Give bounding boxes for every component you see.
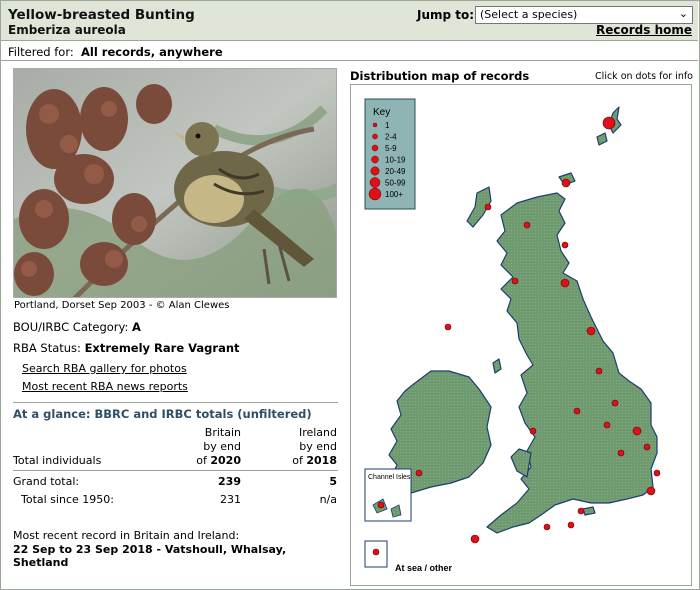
key-dot [369,177,381,188]
species-common-name: Yellow-breasted Bunting [8,7,195,23]
since-1950-britain: 231 [220,493,241,506]
chevron-down-icon: ⌄ [678,7,688,20]
key-dot [371,144,379,152]
map-hint: Click on dots for info [595,71,693,82]
distribution-map: Key 1 2-4 5-9 10-19 20-49 50-99 100+ Channel I… [350,84,692,586]
record-dot[interactable] [595,367,603,375]
divider [13,402,338,403]
record-dot[interactable] [561,178,571,188]
record-dot[interactable] [415,469,423,477]
rba-status-line: RBA Status: Extremely Rare Vagrant [13,341,240,355]
at-sea-panel: At sea / other [364,540,453,573]
rba-status-value: Extremely Rare Vagrant [84,341,240,355]
record-dot[interactable] [586,326,596,336]
key-title: Key [373,107,390,118]
ireland-header-of: of [292,454,303,467]
photo-caption: Portland, Dorset Sep 2003 - © Alan Clewe… [14,300,230,311]
grand-total-britain: 239 [218,475,241,488]
record-dot[interactable] [646,486,656,496]
britain-header-of: of [196,454,207,467]
map-title: Distribution map of records [350,69,530,83]
record-dot[interactable] [573,407,581,415]
records-home-link[interactable]: Records home [596,23,692,37]
ireland-header-year: 2018 [306,454,337,467]
divider [13,470,338,471]
record-dot[interactable] [560,278,570,288]
total-individuals-label: Total individuals [13,454,102,467]
news-link[interactable]: Most recent RBA news reports [22,380,188,393]
record-dot[interactable] [470,534,480,544]
channel-isles-inset: Channel Isles [364,468,412,522]
key-dot [372,133,378,140]
distribution-map-panel: Distribution map of records Click on dot… [343,64,695,586]
map-landmass [388,106,658,534]
record-dot[interactable] [523,221,531,229]
record-dot[interactable] [603,421,611,429]
ireland-header-line-2: by end [299,440,337,453]
category-line: BOU/IRBC Category: A [13,320,141,334]
record-dot[interactable] [484,203,492,211]
species-header: Yellow-breasted Bunting Emberiza aureola… [1,1,698,41]
category-label: BOU/IRBC Category: [13,320,129,334]
bird-photo [13,68,337,298]
species-latin-name: Emberiza aureola [8,23,126,37]
ireland-header-line-1: Ireland [298,426,337,439]
key-dot [371,155,379,164]
record-dot[interactable] [444,323,452,331]
record-dot[interactable] [372,548,380,556]
filter-bar: Filtered for: All records, anywhere [1,42,698,61]
key-label: 100+ [385,190,403,199]
britain-header-line-1: Britain [204,426,241,439]
filter-label: Filtered for: [8,45,74,59]
key-dot [372,122,378,128]
ireland-column-header: Ireland by end of 2018 [269,426,337,468]
record-dot[interactable] [611,399,619,407]
key-label: 20-49 [385,167,406,176]
key-label: 10-19 [385,156,406,165]
since-1950-ireland: n/a [319,493,337,506]
key-dot [370,166,380,176]
key-label: 1 [385,121,390,130]
recent-record-value: 22 Sep to 23 Sep 2018 - Vatshoull, Whals… [13,543,287,569]
record-dot[interactable] [567,521,575,529]
glance-title: At a glance: BBRC and IRBC totals (unfil… [13,407,312,421]
britain-header-year: 2020 [210,454,241,467]
species-select[interactable]: (Select a species) ⌄ [475,6,693,24]
key-label: 2-4 [385,133,397,142]
channel-isles-label: Channel Isles [368,474,411,481]
category-value: A [132,320,141,334]
key-label: 50-99 [385,179,406,188]
species-select-value: (Select a species) [480,8,578,21]
since-1950-label: Total since 1950: [21,493,114,506]
gallery-link[interactable]: Search RBA gallery for photos [22,362,187,375]
record-dot[interactable] [377,501,385,509]
recent-record-label: Most recent record in Britain and Irelan… [13,529,240,542]
record-dot[interactable] [632,426,642,436]
britain-column-header: Britain by end of 2020 [177,426,241,468]
key-label: 5-9 [385,144,397,153]
jump-to-label: Jump to: [417,8,475,22]
key-dot [368,187,382,201]
filter-value: All records, anywhere [81,45,223,59]
record-dot[interactable] [617,449,625,457]
at-sea-label: At sea / other [395,563,453,573]
grand-total-label: Grand total: [13,475,80,488]
record-dot[interactable] [543,523,551,531]
record-dot[interactable] [529,427,537,435]
record-dot[interactable] [511,277,519,285]
record-dot[interactable] [653,469,661,477]
record-dot[interactable] [643,443,651,451]
record-dot[interactable] [602,116,616,130]
record-dot[interactable] [561,241,569,249]
record-dot[interactable] [577,507,585,515]
britain-header-line-2: by end [203,440,241,453]
species-info-panel: Portland, Dorset Sep 2003 - © Alan Clewe… [7,66,338,586]
grand-total-ireland: 5 [329,475,337,488]
rba-status-label: RBA Status: [13,341,81,355]
